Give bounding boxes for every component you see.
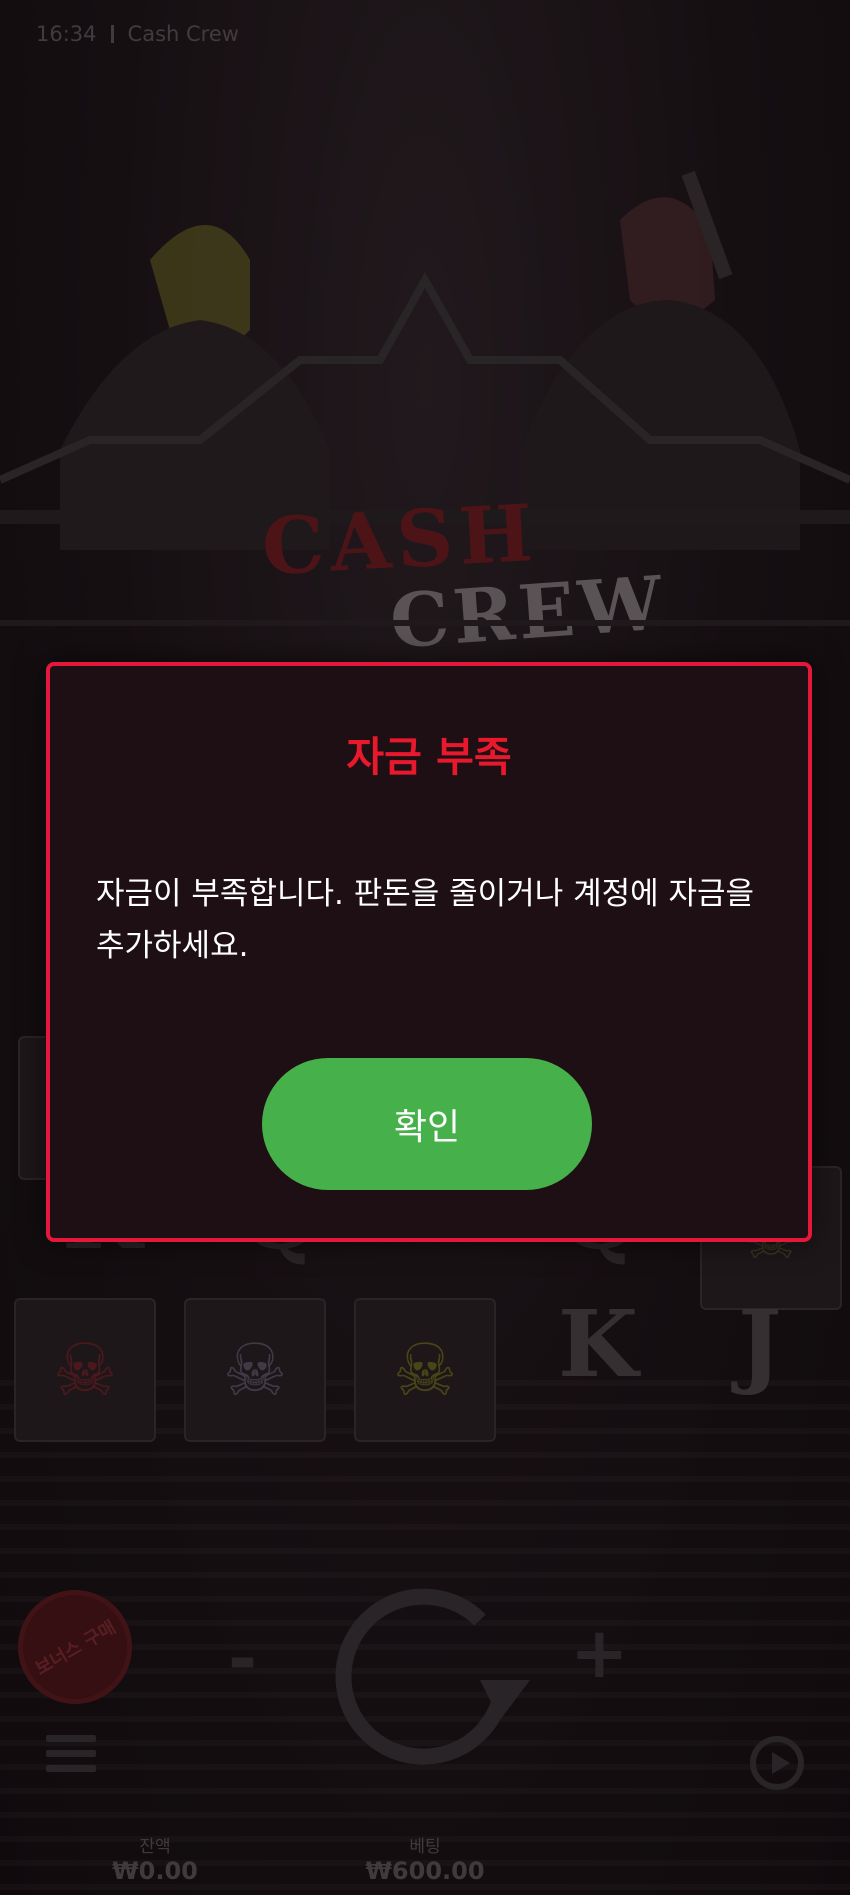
insufficient-funds-dialog: 자금 부족 자금이 부족합니다. 판돈을 줄이거나 계정에 자금을 추가하세요.… [46,662,812,1242]
confirm-button[interactable]: 확인 [262,1058,592,1190]
dialog-message: 자금이 부족합니다. 판돈을 줄이거나 계정에 자금을 추가하세요. [96,876,755,964]
dialog-title: 자금 부족 [346,733,512,781]
